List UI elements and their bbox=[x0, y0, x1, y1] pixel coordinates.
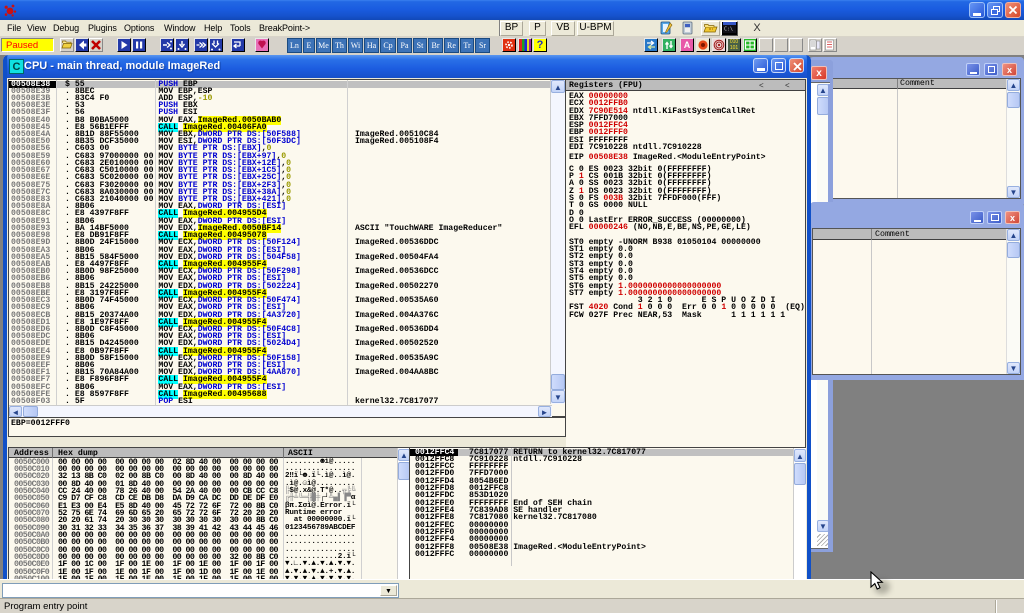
svg-text:C:\: C:\ bbox=[724, 27, 733, 33]
